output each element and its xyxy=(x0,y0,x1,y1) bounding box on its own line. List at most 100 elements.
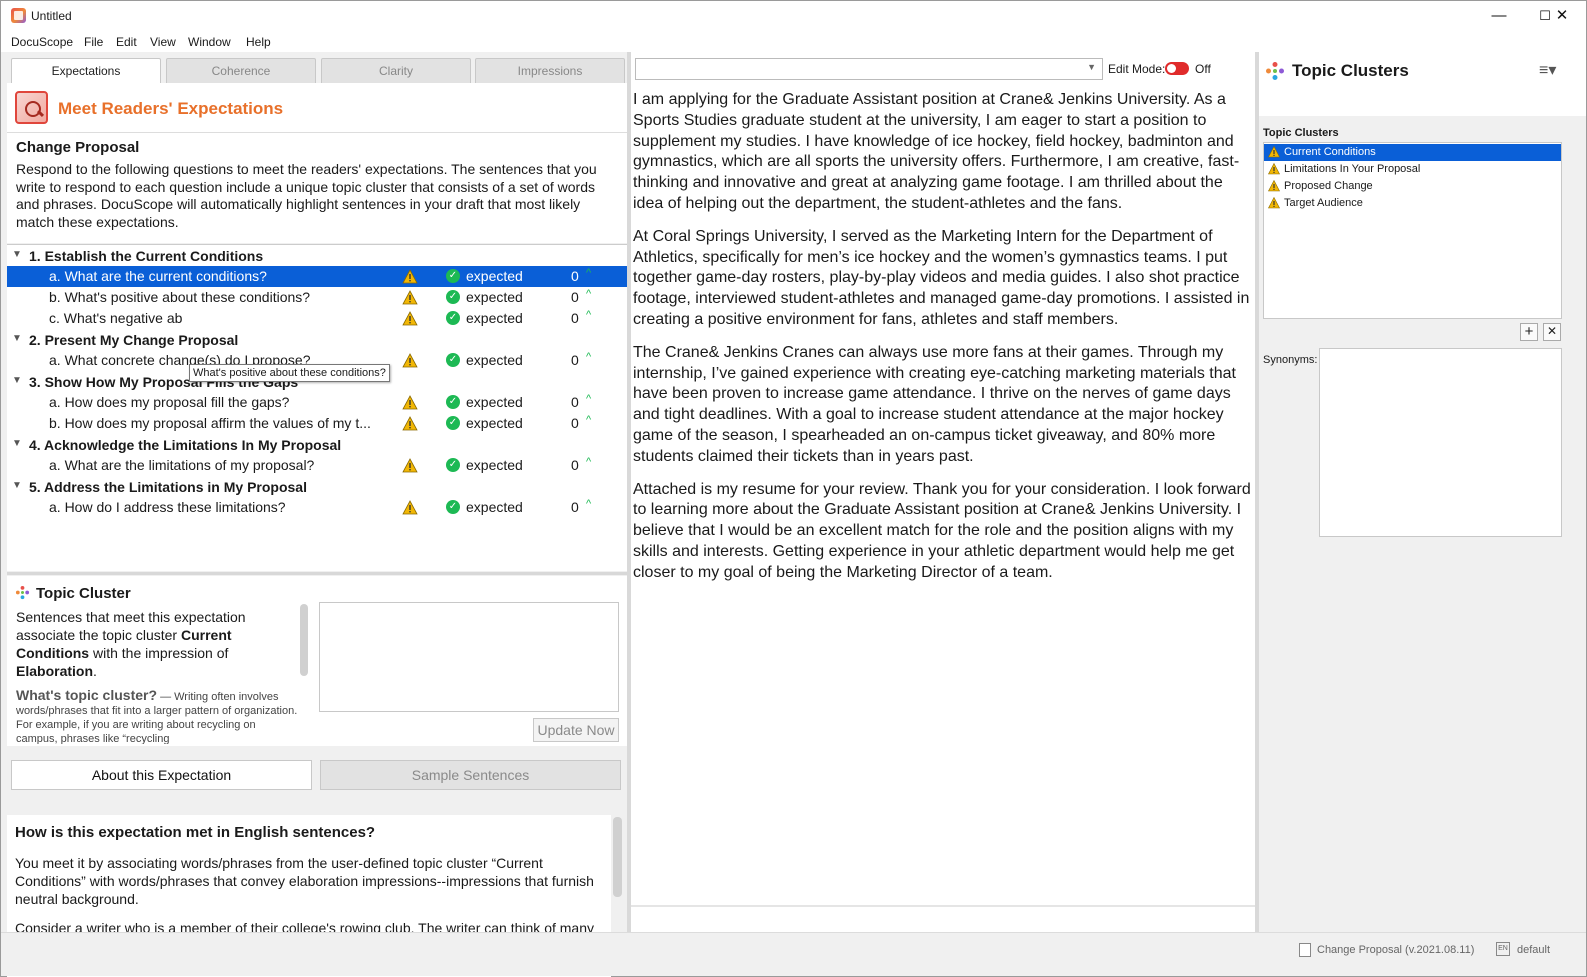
menu-file[interactable]: File xyxy=(84,35,103,49)
chevron-down-icon[interactable]: ▼ xyxy=(12,480,22,491)
menu-docuscope[interactable]: DocuScope xyxy=(11,35,73,49)
chevron-down-icon[interactable]: ▼ xyxy=(12,249,22,260)
topic-cluster-item[interactable]: Current Conditions xyxy=(1264,144,1561,161)
topic-clusters-list[interactable]: Current Conditions Limitations In Your Pr… xyxy=(1263,142,1562,319)
document-selector[interactable]: ▼ xyxy=(635,58,1103,80)
tree-question-row[interactable]: b. What's positive about these condition… xyxy=(7,287,627,308)
warning-icon xyxy=(402,500,418,515)
warning-icon xyxy=(402,395,418,410)
status-label: expected xyxy=(466,352,523,368)
tree-group-header[interactable]: ▼ 2. Present My Change Proposal xyxy=(7,330,627,351)
chevron-down-icon[interactable]: ▼ xyxy=(12,333,22,344)
menu-help[interactable]: Help xyxy=(246,35,271,49)
edit-mode-label: Edit Mode: xyxy=(1108,62,1166,76)
chevron-up-icon[interactable]: ^ xyxy=(586,456,591,468)
check-circle-icon: ✓ xyxy=(446,416,460,430)
tree-group-header[interactable]: ▼ 1. Establish the Current Conditions xyxy=(7,246,627,267)
document-text[interactable]: I am applying for the Graduate Assistant… xyxy=(633,90,1253,596)
check-circle-icon: ✓ xyxy=(446,353,460,367)
topic-cluster-item[interactable]: Limitations In Your Proposal xyxy=(1264,161,1561,178)
warning-icon xyxy=(1268,146,1280,158)
topic-cluster-label: Limitations In Your Proposal xyxy=(1284,163,1421,175)
synonyms-label: Synonyms: xyxy=(1263,354,1318,366)
horizontal-splitter[interactable] xyxy=(7,572,627,575)
topic-cluster-textbox[interactable] xyxy=(319,602,619,712)
update-now-button[interactable]: Update Now xyxy=(533,718,619,742)
tree-question-row[interactable]: c. What's negative ab ✓ expected 0 ^ xyxy=(7,308,627,329)
chevron-up-icon[interactable]: ^ xyxy=(586,393,591,405)
topic-cluster-label: Proposed Change xyxy=(1284,180,1373,192)
tab-about-expectation[interactable]: About this Expectation xyxy=(11,760,312,790)
chevron-up-icon[interactable]: ^ xyxy=(586,267,591,279)
status-label: expected xyxy=(466,310,523,326)
chevron-up-icon[interactable]: ^ xyxy=(586,498,591,510)
tab-impressions[interactable]: Impressions xyxy=(475,58,625,83)
tree-question-row[interactable]: a. How do I address these limitations? ✓ e… xyxy=(7,497,627,518)
tree-group-label: 1. Establish the Current Conditions xyxy=(29,248,264,264)
chevron-up-icon[interactable]: ^ xyxy=(586,309,591,321)
edit-mode-toggle[interactable] xyxy=(1165,62,1189,75)
warning-icon xyxy=(402,416,418,431)
check-circle-icon: ✓ xyxy=(446,395,460,409)
impression-name: Elaboration xyxy=(16,663,94,679)
tab-sample-sentences[interactable]: Sample Sentences xyxy=(320,760,621,790)
menu-bar: DocuScope File Edit View Window Help xyxy=(1,31,1586,52)
about-paragraph-1: You meet it by associating words/phrases… xyxy=(15,855,594,907)
app-window: Untitled — ☐ ✕ DocuScope File Edit View … xyxy=(0,0,1587,977)
topic-cluster-label: Current Conditions xyxy=(1284,146,1376,158)
chevron-down-icon[interactable]: ▼ xyxy=(12,438,22,449)
help-scrollbar[interactable] xyxy=(300,604,308,676)
status-document: Change Proposal (v.2021.08.11) xyxy=(1317,944,1475,956)
paragraph: I am applying for the Graduate Assistant… xyxy=(633,91,1240,212)
expectations-header: Meet Readers' Expectations Change Propos… xyxy=(7,83,627,243)
tree-group-label: 4. Acknowledge the Limitations In My Pro… xyxy=(29,437,342,453)
chevron-up-icon[interactable]: ^ xyxy=(586,351,591,363)
menu-edit[interactable]: Edit xyxy=(116,35,137,49)
check-circle-icon: ✓ xyxy=(446,458,460,472)
tree-question-row[interactable]: a. What are the limitations of my propos… xyxy=(7,455,627,476)
menu-view[interactable]: View xyxy=(150,35,176,49)
chevron-up-icon[interactable]: ^ xyxy=(586,288,591,300)
status-label: expected xyxy=(466,268,523,284)
check-circle-icon: ✓ xyxy=(446,269,460,283)
question-label: a. What are the limitations of my propos… xyxy=(49,457,315,473)
tree-group-header[interactable]: ▼ 4. Acknowledge the Limitations In My Pr… xyxy=(7,435,627,456)
about-heading: How is this expectation met in English s… xyxy=(15,824,376,841)
sentence-count: 0 xyxy=(571,457,579,473)
tab-coherence[interactable]: Coherence xyxy=(166,58,316,83)
warning-icon xyxy=(402,290,418,305)
topic-cluster-item[interactable]: Proposed Change xyxy=(1264,178,1561,195)
topic-cluster-item[interactable]: Target Audience xyxy=(1264,195,1561,212)
topic-clusters-panel: Topic Clusters ≡▾ Topic Clusters Current… xyxy=(1259,52,1586,932)
about-scrollbar[interactable] xyxy=(613,817,622,897)
editor-panel: ▼ Edit Mode: Off I am applying for the G… xyxy=(631,52,1255,932)
chevron-down-icon[interactable]: ▼ xyxy=(12,375,22,386)
question-label: a. How does my proposal fill the gaps? xyxy=(49,394,290,410)
document-icon xyxy=(1299,943,1311,957)
warning-icon xyxy=(402,353,418,368)
tree-group-header[interactable]: ▼ 5. Address the Limitations in My Propos… xyxy=(7,477,627,498)
close-button[interactable]: ✕ xyxy=(1539,1,1585,31)
tab-expectations[interactable]: Expectations xyxy=(11,58,161,84)
tree-question-row[interactable]: a. How does my proposal fill the gaps? ✓ e… xyxy=(7,392,627,413)
tree-question-row[interactable]: a. What are the current conditions? ✓ expe… xyxy=(7,266,627,287)
tab-clarity[interactable]: Clarity xyxy=(321,58,471,83)
paragraph: Attached is my resume for your review. T… xyxy=(633,480,1251,581)
tree-question-row[interactable]: b. How does my proposal affirm the value… xyxy=(7,413,627,434)
warning-icon xyxy=(402,458,418,473)
synonyms-textbox[interactable] xyxy=(1319,348,1562,537)
minimize-button[interactable]: — xyxy=(1476,1,1522,31)
check-circle-icon: ✓ xyxy=(446,311,460,325)
chevron-up-icon[interactable]: ^ xyxy=(586,414,591,426)
menu-window[interactable]: Window xyxy=(188,35,231,49)
editor-footer-divider xyxy=(631,905,1255,907)
warning-icon xyxy=(402,311,418,326)
proposal-title: Change Proposal xyxy=(16,139,140,156)
question-label: b. What's positive about these condition… xyxy=(49,289,311,305)
add-cluster-button[interactable]: + xyxy=(1520,323,1538,341)
remove-cluster-button[interactable]: ✕ xyxy=(1543,323,1561,341)
topic-clusters-title: Topic Clusters xyxy=(1292,61,1409,80)
expectations-tree[interactable]: ▼ 1. Establish the Current Conditions a. W… xyxy=(7,244,627,571)
proposal-description: Respond to the following questions to me… xyxy=(16,161,597,230)
hamburger-menu-icon[interactable]: ≡▾ xyxy=(1539,60,1556,80)
